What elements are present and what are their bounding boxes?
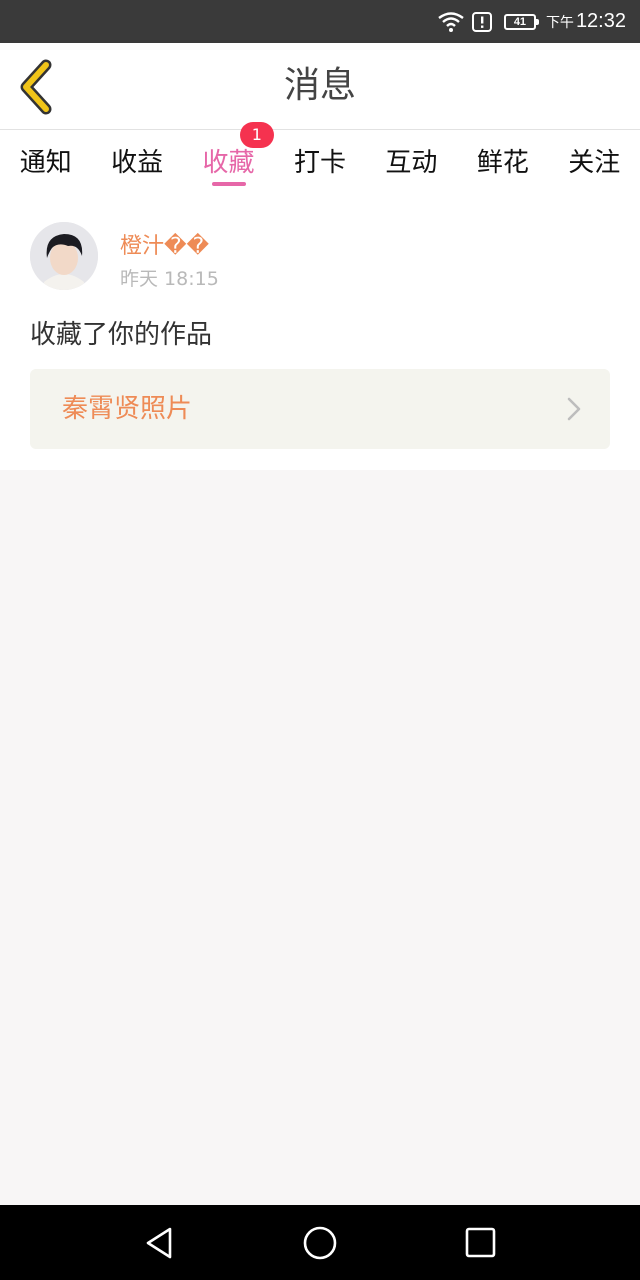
recents-square-icon [465,1227,496,1258]
tab-label: 收藏 [202,148,255,178]
tab-earnings[interactable]: 收益 [91,130,182,192]
tab-interaction[interactable]: 互动 [366,130,457,192]
message-time: 昨天 18:15 [120,268,219,290]
avatar[interactable] [30,222,98,290]
username[interactable]: 橙汁�� [120,228,209,260]
nav-home-button[interactable] [300,1225,340,1261]
work-title: 秦霄贤照片 [62,394,193,424]
time-prefix: 下午 [545,13,574,30]
wifi-icon [438,11,464,32]
message-text: 收藏了你的作品 [30,320,213,350]
battery-icon: 41 [503,13,539,30]
tab-bar: 通知 收益 收藏 1 打卡 互动 鲜花 关注 [0,122,640,192]
tab-label: 打卡 [293,148,346,178]
tab-follow[interactable]: 关注 [549,130,640,192]
back-triangle-icon [146,1227,172,1259]
tab-favorites[interactable]: 收藏 1 [183,122,274,192]
work-link[interactable]: 秦霄贤照片 [30,369,610,449]
unread-badge: 1 [239,122,274,148]
nav-back-button[interactable] [140,1225,180,1261]
header: 消息 [0,43,640,130]
alert-icon [471,11,492,32]
tab-label: 通知 [19,148,72,178]
tab-checkin[interactable]: 打卡 [274,130,365,192]
tab-label: 鲜花 [476,148,529,178]
user-photo [30,222,98,290]
tab-label: 互动 [385,148,438,178]
tab-notifications[interactable]: 通知 [0,130,91,192]
tab-label: 收益 [111,148,164,178]
message-card: 橙汁�� 昨天 18:15 收藏了你的作品 秦霄贤照片 [0,192,640,470]
tab-flowers[interactable]: 鲜花 [457,130,548,192]
tab-label: 关注 [568,148,621,178]
nav-recents-button[interactable] [460,1225,500,1261]
page-title: 消息 [283,65,356,106]
home-circle-icon [303,1226,337,1260]
battery-level: 41 [503,13,539,30]
system-nav-bar [0,1205,640,1280]
status-time: 12:32 [575,10,626,32]
status-bar: 41 下午 12:32 [0,0,640,43]
active-tab-indicator [211,182,246,186]
chevron-right-icon [567,397,581,421]
